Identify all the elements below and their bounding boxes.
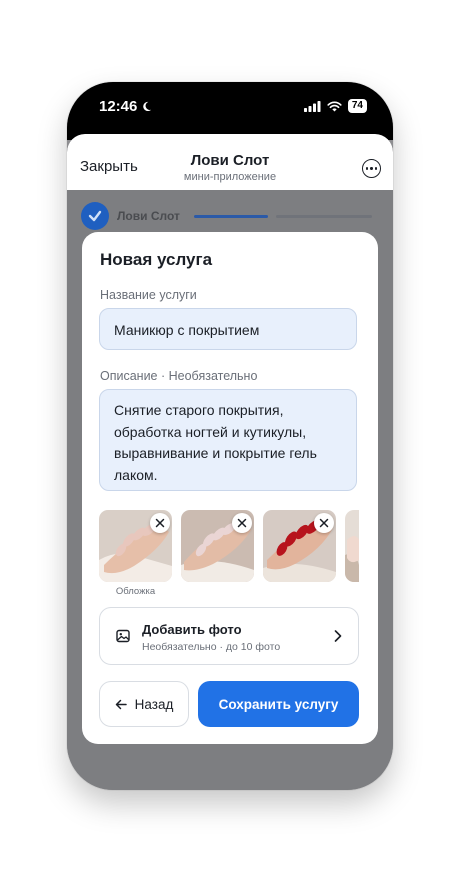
background-progress-track	[275, 214, 372, 218]
status-time-text: 12:46	[99, 98, 138, 115]
service-name-input[interactable]: Маникюр с покрытием	[99, 308, 357, 350]
image-icon	[116, 629, 130, 643]
close-icon[interactable]	[232, 513, 252, 533]
arrow-left-icon	[115, 699, 127, 709]
battery-indicator: 74	[347, 99, 367, 113]
status-indicators: 74	[303, 99, 367, 113]
service-name-label: Название услуги	[100, 288, 197, 302]
add-photo-title: Добавить фото	[142, 622, 242, 637]
background-app-row: Лови Слот	[81, 202, 372, 230]
form-title: Новая услуга	[100, 250, 213, 269]
add-photo-button[interactable]: Добавить фото Необязательно · до 10 фото	[99, 607, 359, 665]
more-options-icon[interactable]	[362, 159, 381, 178]
photo-thumbnail[interactable]	[99, 510, 172, 582]
close-icon[interactable]	[314, 513, 334, 533]
chevron-right-icon	[334, 630, 342, 642]
photo-thumbnail[interactable]	[263, 510, 336, 582]
cover-label: Обложка	[115, 586, 156, 597]
app-subtitle: мини-приложение	[183, 171, 277, 183]
mini-app-header: Закрыть Лови Слот мини-приложение	[67, 134, 393, 190]
save-service-button[interactable]: Сохранить услугу	[198, 681, 359, 727]
background-app-name: Лови Слот	[117, 209, 180, 223]
back-button[interactable]: Назад	[99, 681, 189, 727]
photo-thumbnail[interactable]	[345, 510, 359, 582]
background-progress-bar	[193, 214, 268, 218]
back-button-label: Назад	[134, 696, 174, 712]
signal-icon	[303, 100, 321, 112]
app-logo-icon	[81, 202, 109, 230]
close-icon[interactable]	[150, 513, 170, 533]
add-photo-subtitle: Необязательно · до 10 фото	[142, 641, 281, 653]
status-bar: 12:46 74	[67, 82, 393, 140]
app-title: Лови Слот	[190, 152, 270, 169]
header-title-block: Лови Слот мини-приложение	[67, 152, 393, 183]
moon-icon	[143, 101, 152, 112]
description-label: Описание · Необязательно	[100, 369, 258, 383]
phone-frame: 12:46 74 Закрыть Лови Слот мини-приложен	[67, 82, 393, 790]
wifi-icon	[327, 100, 342, 111]
save-button-label: Сохранить услугу	[218, 696, 339, 712]
photo-strip[interactable]	[99, 510, 359, 582]
new-service-form: Новая услуга Название услуги Маникюр с п…	[82, 232, 378, 744]
mini-app-sheet: Закрыть Лови Слот мини-приложение Лови С…	[67, 134, 393, 790]
description-textarea[interactable]: Снятие старого покрытия, обработка ногте…	[99, 389, 357, 491]
status-time: 12:46	[99, 98, 152, 115]
photo-thumbnail[interactable]	[181, 510, 254, 582]
